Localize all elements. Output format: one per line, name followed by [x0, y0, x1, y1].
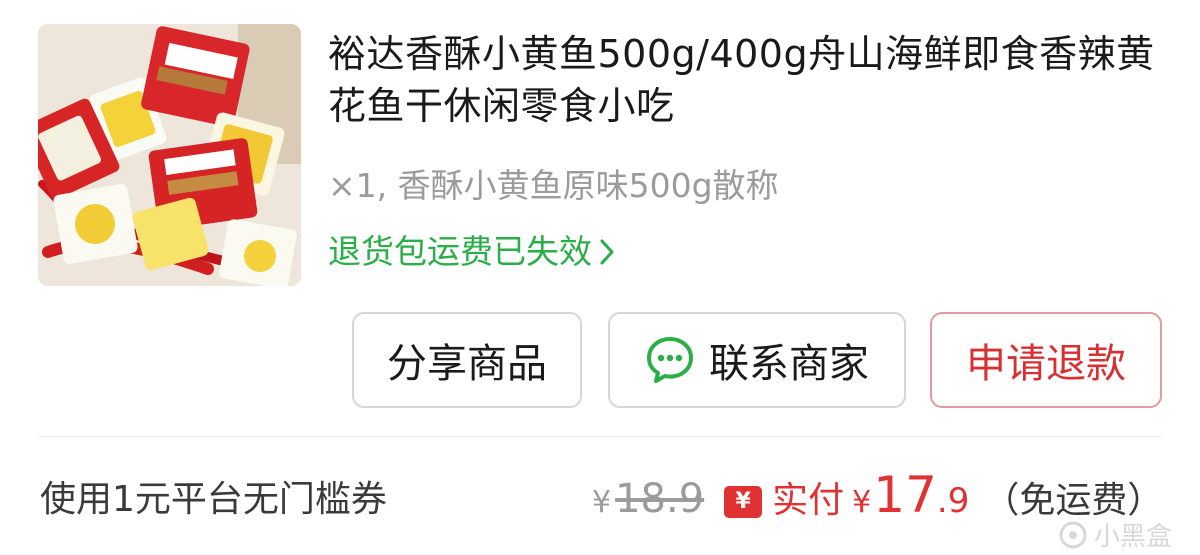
chat-bubble-icon: [647, 337, 693, 383]
paid-price-integer: 17: [873, 466, 937, 524]
watermark-logo-icon: [1059, 521, 1087, 548]
request-refund-button[interactable]: 申请退款: [930, 312, 1162, 408]
paid-label: 实付: [772, 480, 845, 521]
contact-seller-label: 联系商家: [709, 341, 869, 387]
shipping-insurance-link[interactable]: 退货包运费已失效: [328, 228, 616, 276]
chevron-right-icon: [600, 239, 614, 265]
share-product-label: 分享商品: [387, 341, 547, 387]
shipping-insurance-text: 退货包运费已失效: [328, 232, 592, 271]
product-variant: ×1, 香酥小黄鱼原味500g散称: [328, 166, 779, 205]
product-thumbnail[interactable]: [38, 24, 301, 286]
original-currency: ¥: [592, 485, 612, 520]
request-refund-label: 申请退款: [966, 341, 1126, 387]
divider: [38, 436, 1162, 437]
product-title[interactable]: 裕达香酥小黄鱼500g/400g舟山海鲜即食香辣黄花鱼干休闲零食小吃: [328, 28, 1168, 132]
contact-seller-button[interactable]: 联系商家: [608, 312, 906, 408]
paid-badge-icon: ¥: [724, 485, 763, 518]
product-image: [38, 24, 301, 286]
paid-price-decimal: .9: [936, 481, 970, 521]
watermark-text: 小黑盒: [1093, 522, 1172, 552]
original-price: 18.9: [615, 476, 705, 522]
watermark: 小黑盒: [1058, 516, 1172, 553]
coupon-info: 使用1元平台无门槛券: [40, 479, 387, 520]
paid-currency: ¥: [852, 485, 872, 520]
order-item-card: 裕达香酥小黄鱼500g/400g舟山海鲜即食香辣黄花鱼干休闲零食小吃 ×1, 香…: [0, 0, 1200, 555]
share-product-button[interactable]: 分享商品: [352, 312, 582, 408]
